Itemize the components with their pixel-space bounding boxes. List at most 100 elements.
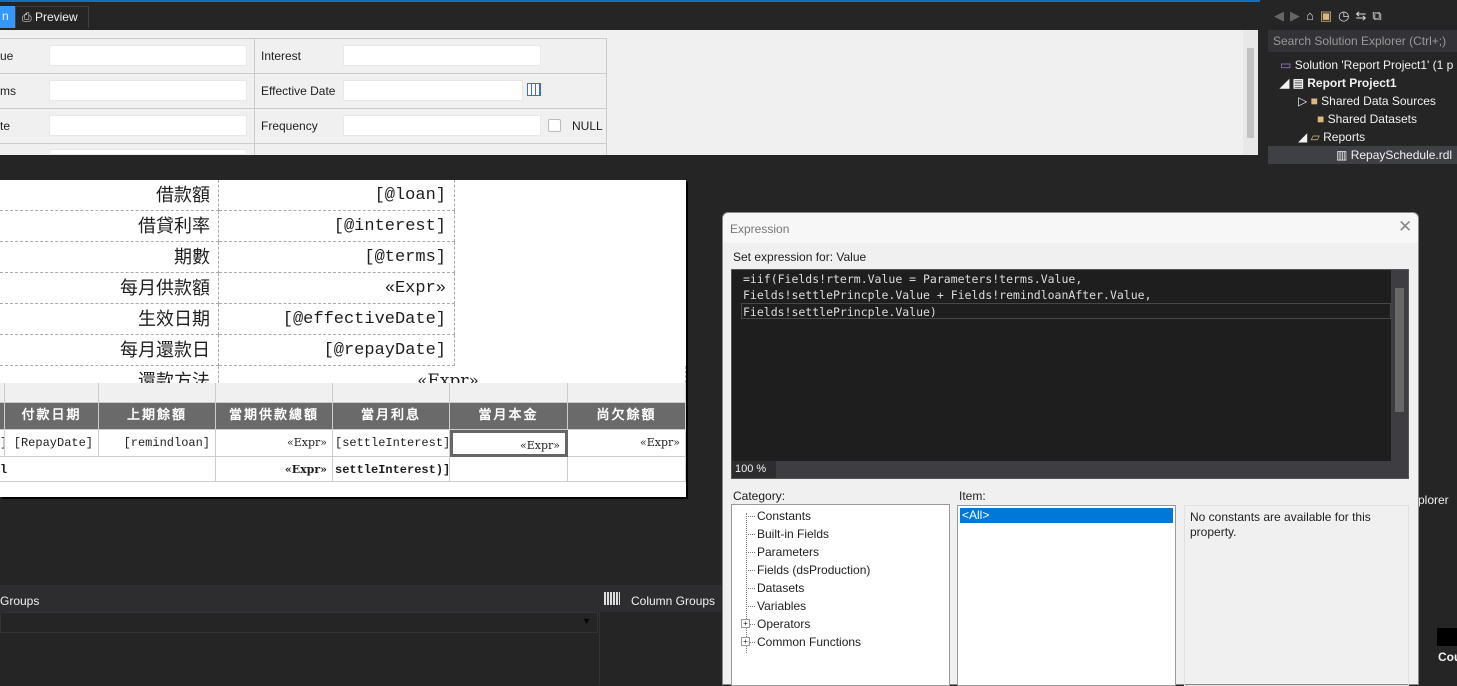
date-input[interactable] (49, 115, 247, 136)
params-scrollbar[interactable] (1243, 30, 1258, 155)
info-value[interactable]: [@terms] (219, 242, 455, 273)
info-label[interactable]: 借貸利率 (0, 211, 219, 242)
partial-tab-label[interactable]: plorer (1418, 493, 1449, 507)
info-row: 期數 [@terms] (0, 242, 686, 273)
terms-input[interactable] (49, 80, 247, 101)
header-cell[interactable]: 尚欠餘額 (568, 403, 686, 430)
tree-label: Shared Data Sources (1321, 94, 1436, 108)
chevron-down-icon: ▼ (735, 479, 742, 486)
header-cell[interactable]: 當期供款總額 (216, 403, 333, 430)
info-label[interactable]: 每月還款日 (0, 335, 219, 366)
table-detail-row: ] [RepayDate] [remindloan] «Expr» [settl… (0, 430, 686, 457)
header-cell[interactable]: 當月利息 (333, 403, 450, 430)
param-label-effective-date: Effective Date (261, 84, 336, 98)
collapse-icon[interactable]: ⧉ (1372, 8, 1387, 23)
calendar-icon[interactable] (527, 83, 541, 96)
param-label-terms: ms (0, 84, 16, 98)
info-value[interactable]: [@loan] (219, 180, 455, 211)
dialog-title: Expression (730, 222, 790, 236)
expand-operators-icon[interactable]: + (741, 619, 750, 628)
info-value[interactable]: [@interest] (219, 211, 455, 242)
detail-cell[interactable]: «Expr» (216, 430, 333, 457)
category-item[interactable]: Constants (732, 507, 949, 525)
info-label[interactable]: 生效日期 (0, 304, 219, 335)
tree-item-solution[interactable]: ▭ Solution 'Report Project1' (1 p (1280, 56, 1453, 74)
info-label[interactable]: 期數 (0, 242, 219, 273)
category-item[interactable]: Common Functions (732, 633, 949, 651)
effective-date-input[interactable] (343, 80, 523, 101)
total-interest[interactable]: settleInterest)] (333, 457, 450, 482)
info-row: 每月還款日 [@repayDate] (0, 335, 686, 366)
parameters-pane: ue Interest ms Effective Date te Frequen… (0, 30, 1258, 155)
header-cell[interactable]: 當月本金 (450, 403, 568, 430)
tab-design[interactable]: n (0, 6, 15, 28)
zoom-dropdown[interactable]: 100 % ▼ (732, 461, 776, 486)
tree-item-shared-datasets[interactable]: ■ Shared Datasets (1317, 110, 1417, 128)
row-groups-dropdown[interactable]: ▼ (0, 612, 598, 633)
preview-icon: ⎙ (22, 10, 32, 24)
tree-item-shared-data-sources[interactable]: ▷ ■ Shared Data Sources (1298, 92, 1436, 110)
item-list[interactable]: <All> (957, 505, 1176, 686)
category-item[interactable]: Fields (dsProduction) (732, 561, 949, 579)
category-item[interactable]: Datasets (732, 579, 949, 597)
header-cell[interactable]: 付款日期 (5, 403, 99, 430)
param-value-input[interactable] (49, 45, 247, 66)
category-item[interactable]: Operators (732, 615, 949, 633)
table-header-row: 付款日期 上期餘額 當期供款總額 當月利息 當月本金 尚欠餘額 (0, 403, 686, 430)
frequency-input[interactable] (343, 115, 541, 136)
sync-icon[interactable]: ⇆ (1356, 8, 1373, 23)
grouping-pane: Groups Column Groups ▼ (0, 585, 722, 685)
info-value[interactable]: [@repayDate] (219, 335, 455, 366)
tree-label: Reports (1323, 130, 1366, 144)
detail-cell[interactable]: «Expr» (568, 430, 686, 457)
switch-views-icon[interactable]: ▣ (1320, 8, 1338, 23)
total-expr[interactable]: «Expr» (216, 457, 333, 482)
close-icon[interactable]: ✕ (1398, 217, 1412, 237)
info-row: 借貸利率 [@interest] (0, 211, 686, 242)
detail-cell[interactable]: [remindloan] (99, 430, 216, 457)
category-item[interactable]: Variables (732, 597, 949, 615)
back-icon[interactable]: ◀ (1274, 8, 1290, 23)
detail-cell[interactable]: [RepayDate] (5, 430, 99, 457)
category-item[interactable]: Parameters (732, 543, 949, 561)
solution-toolbar[interactable]: ◀▶⌂▣◷⇆⧉ (1274, 8, 1388, 24)
forward-icon[interactable]: ▶ (1290, 8, 1306, 23)
info-value[interactable]: [@effectiveDate] (219, 304, 455, 335)
info-row: 借款額 [@loan] (0, 180, 686, 211)
total-label[interactable]: l (0, 457, 216, 482)
expand-functions-icon[interactable]: + (741, 637, 750, 646)
item-all[interactable]: <All> (960, 508, 1173, 523)
home-icon[interactable]: ⌂ (1306, 8, 1320, 23)
project-icon: ▤ (1292, 76, 1304, 90)
expression-editor[interactable]: =iif(Fields!rterm.Value = Parameters!ter… (731, 269, 1409, 486)
detail-cell-selected[interactable]: «Expr» (450, 430, 568, 457)
tab-preview-label: Preview (34, 10, 78, 24)
item-label: Item: (959, 489, 986, 503)
tree-item-project[interactable]: ◢ ▤ Report Project1 (1280, 74, 1397, 92)
solution-icon: ▭ (1280, 58, 1292, 72)
editor-hscrollbar[interactable] (732, 461, 1408, 478)
header-cell[interactable]: 上期餘額 (99, 403, 216, 430)
tree-item-repayschedule[interactable]: ▥ RepaySchedule.rdl (1268, 146, 1457, 164)
param-label-value: ue (0, 49, 14, 63)
tree-item-reports[interactable]: ◢ ▱ Reports (1298, 128, 1365, 146)
editor-scrollbar[interactable] (1391, 270, 1408, 462)
solution-search-input[interactable]: Search Solution Explorer (Ctrl+;) (1268, 30, 1457, 52)
null-checkbox[interactable] (548, 119, 561, 132)
tab-preview[interactable]: ⎙ Preview (15, 6, 89, 28)
tree-label: RepaySchedule.rdl (1350, 148, 1453, 162)
interest-input[interactable] (343, 45, 541, 66)
row-groups-title: Groups (0, 594, 40, 608)
category-item[interactable]: Built-in Fields (732, 525, 949, 543)
param-label-frequency: Frequency (261, 119, 318, 133)
category-tree[interactable]: Constants Built-in Fields Parameters Fie… (731, 504, 950, 686)
history-icon[interactable]: ◷ (1338, 8, 1355, 23)
detail-cell[interactable]: [settleInterest] (333, 430, 450, 457)
info-value[interactable]: «Expr» (219, 273, 455, 304)
info-label[interactable]: 每月供款額 (0, 273, 219, 304)
info-label[interactable]: 借款額 (0, 180, 219, 211)
param-input-4[interactable] (49, 149, 247, 155)
info-row: 生效日期 [@effectiveDate] (0, 304, 686, 335)
chevron-down-icon: ▼ (582, 616, 591, 626)
info-row: 每月供款額 «Expr» (0, 273, 686, 304)
